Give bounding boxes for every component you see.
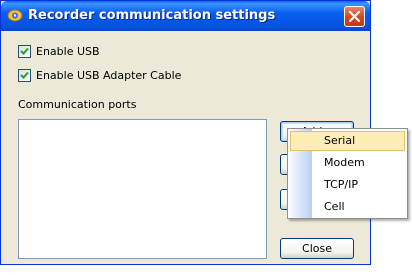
menu-item-label: Serial	[324, 134, 356, 147]
window-title: Recorder communication settings	[28, 8, 276, 23]
app-icon	[7, 9, 23, 22]
enable-usb-option[interactable]: Enable USB	[18, 44, 100, 58]
enable-usb-label: Enable USB	[36, 44, 100, 58]
menu-item-modem[interactable]: Modem	[290, 153, 405, 173]
add-port-menu: Serial Modem TCP/IP Cell	[287, 128, 408, 219]
enable-usb-adapter-option[interactable]: Enable USB Adapter Cable	[18, 68, 181, 82]
enable-usb-checkbox[interactable]	[18, 44, 31, 58]
menu-item-label: Modem	[324, 156, 365, 169]
menu-item-serial[interactable]: Serial	[290, 131, 405, 151]
menu-item-tcpip[interactable]: TCP/IP	[290, 175, 405, 195]
communication-ports-list[interactable]	[18, 119, 267, 259]
enable-usb-adapter-label: Enable USB Adapter Cable	[36, 68, 182, 82]
title-bar[interactable]: Recorder communication settings	[1, 1, 370, 31]
checkmark-icon	[20, 47, 29, 55]
menu-item-cell[interactable]: Cell	[290, 197, 405, 217]
menu-item-label: TCP/IP	[324, 178, 358, 191]
close-icon	[349, 11, 360, 22]
menu-item-label: Cell	[324, 200, 345, 213]
communication-ports-label: Communication ports	[18, 98, 137, 111]
checkmark-icon	[20, 71, 29, 79]
close-window-button[interactable]	[344, 6, 365, 27]
close-button[interactable]: Close	[280, 238, 354, 259]
enable-usb-adapter-checkbox[interactable]	[18, 68, 31, 82]
